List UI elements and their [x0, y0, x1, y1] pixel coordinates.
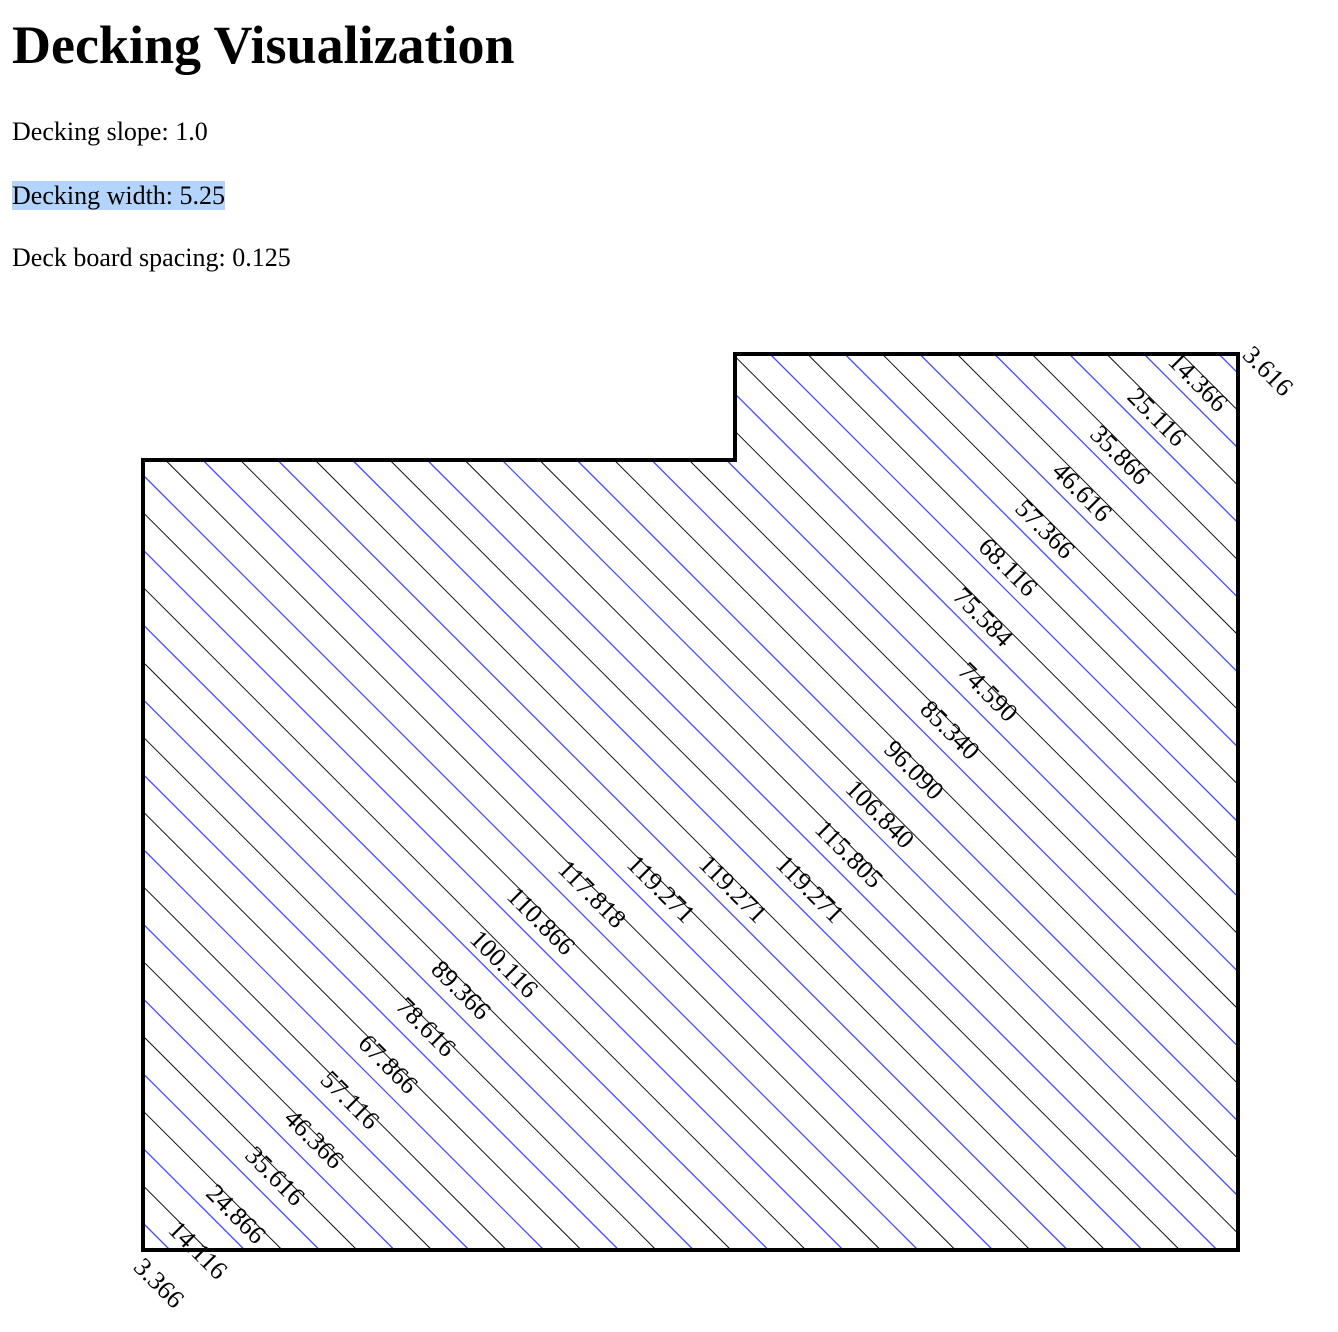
board-length-label: 117.818	[552, 854, 632, 934]
board-length-label: 110.866	[501, 881, 581, 961]
board-edge-line	[919, 353, 1239, 673]
board-edge-line	[142, 624, 769, 1251]
board-edge-line	[844, 353, 1239, 748]
board-edge-line	[1218, 353, 1239, 374]
board-length-label: 46.366	[278, 1103, 349, 1174]
board-edge-line	[426, 459, 1218, 1251]
board-length-label: 85.340	[914, 694, 985, 765]
board-edge-line	[142, 698, 695, 1251]
board-edge-line	[142, 923, 470, 1251]
board-length-label: 96.090	[878, 734, 949, 805]
board-edge-line	[277, 459, 1069, 1251]
board-length-label: 3.616	[1237, 340, 1299, 402]
board-length-label: 119.271	[693, 849, 773, 929]
board-length-label: 24.866	[200, 1178, 271, 1249]
board-length-label: 78.616	[390, 991, 461, 1062]
board-edge-line	[142, 848, 545, 1251]
board-edge-line	[651, 459, 1239, 1047]
board-length-label: 3.366	[128, 1252, 190, 1314]
board-length-label: 57.116	[315, 1065, 385, 1135]
board-edge-line	[142, 886, 507, 1251]
board-edge-line	[142, 512, 881, 1251]
board-edge-line	[501, 459, 1239, 1197]
board-length-label: 14.366	[1162, 346, 1233, 417]
board-length-label: 67.866	[352, 1028, 423, 1099]
board-edge-line	[142, 811, 582, 1251]
board-edge-line	[734, 393, 1239, 898]
board-length-label: 74.590	[952, 656, 1023, 727]
board-length-label: 35.616	[239, 1140, 310, 1211]
board-edge-line	[142, 773, 620, 1251]
board-length-label: 119.271	[621, 849, 701, 929]
decking-diagram: 3.36614.11624.86635.61646.36657.11667.86…	[128, 340, 1299, 1314]
board-edge-line	[576, 459, 1239, 1122]
board-edge-line	[142, 586, 807, 1251]
board-edge-line	[142, 736, 657, 1251]
